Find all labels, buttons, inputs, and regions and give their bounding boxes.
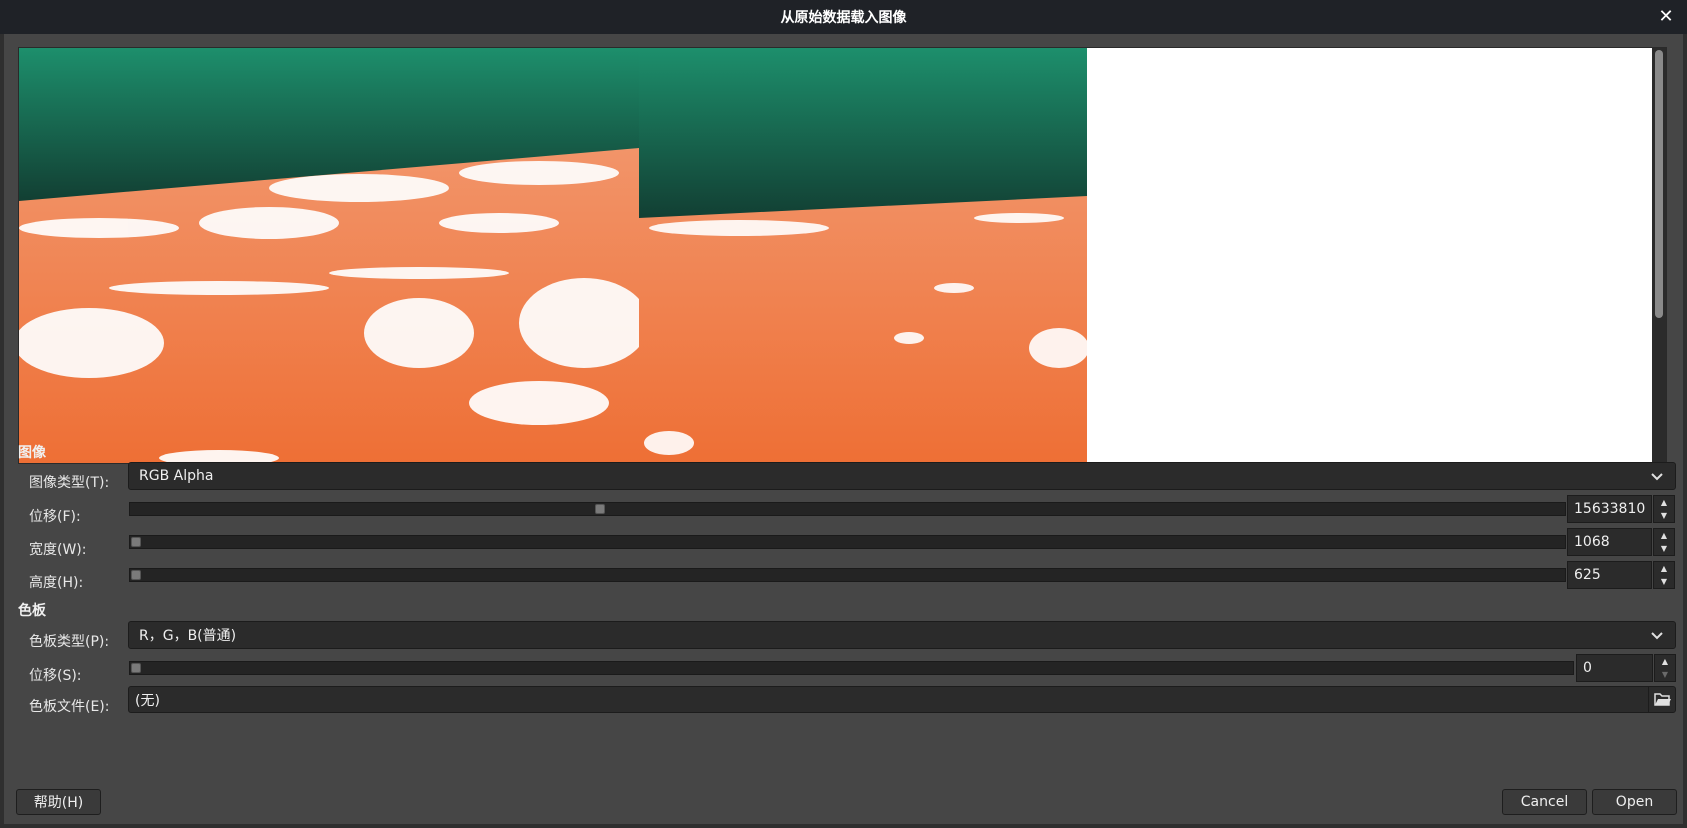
palette-offset-label: 位移(S): bbox=[29, 668, 82, 684]
cancel-button[interactable]: Cancel bbox=[1502, 789, 1587, 815]
decrement-icon[interactable]: ▼ bbox=[1654, 542, 1674, 555]
preview-image bbox=[19, 48, 1089, 463]
increment-icon[interactable]: ▲ bbox=[1654, 529, 1674, 542]
image-height-input[interactable]: 625 bbox=[1567, 561, 1652, 589]
folder-open-icon bbox=[1654, 693, 1671, 706]
palette-offset-slider[interactable] bbox=[129, 661, 1574, 675]
image-width-slider[interactable] bbox=[129, 535, 1566, 549]
image-type-combo[interactable]: RGB Alpha bbox=[128, 462, 1676, 490]
chevron-down-icon bbox=[1651, 632, 1663, 640]
palette-type-combo[interactable]: R，G，B(普通) bbox=[128, 621, 1676, 649]
decrement-icon[interactable]: ▼ bbox=[1654, 509, 1674, 522]
scrollbar-thumb[interactable] bbox=[1655, 50, 1663, 318]
palette-file-value: (无) bbox=[135, 692, 160, 709]
decrement-icon: ▼ bbox=[1661, 670, 1669, 679]
open-button[interactable]: Open bbox=[1592, 789, 1677, 815]
increment-icon[interactable]: ▲ bbox=[1654, 496, 1674, 509]
slider-handle[interactable] bbox=[131, 570, 141, 580]
slider-handle[interactable] bbox=[131, 663, 141, 673]
chevron-down-icon bbox=[1651, 473, 1663, 481]
palette-section-heading: 色板 bbox=[18, 603, 46, 619]
preview-scrollbar[interactable] bbox=[1652, 48, 1666, 463]
palette-file-label: 色板文件(E): bbox=[29, 699, 110, 715]
image-type-label: 图像类型(T): bbox=[29, 475, 110, 491]
help-button[interactable]: 帮助(H) bbox=[16, 789, 101, 815]
image-offset-input[interactable]: 15633810 bbox=[1567, 495, 1652, 523]
palette-offset-input[interactable]: 0 bbox=[1576, 654, 1653, 682]
palette-type-value: R，G，B(普通) bbox=[139, 628, 237, 644]
slider-handle[interactable] bbox=[131, 537, 141, 547]
image-height-label: 高度(H): bbox=[29, 575, 84, 591]
palette-file-chooser[interactable]: (无) bbox=[128, 686, 1676, 713]
raw-image-dialog: 图像 图像类型(T): RGB Alpha 位移(F): 15633810 ▲ … bbox=[4, 34, 1683, 824]
open-folder-button[interactable] bbox=[1648, 687, 1675, 712]
image-width-input[interactable]: 1068 bbox=[1567, 528, 1652, 556]
close-icon[interactable]: ✕ bbox=[1655, 6, 1677, 28]
increment-icon[interactable]: ▲ bbox=[1654, 562, 1674, 575]
image-type-value: RGB Alpha bbox=[139, 468, 214, 484]
image-section-heading: 图像 bbox=[18, 445, 46, 461]
image-preview bbox=[18, 47, 1667, 464]
image-height-slider[interactable] bbox=[129, 568, 1566, 582]
image-offset-label: 位移(F): bbox=[29, 509, 81, 525]
window-title: 从原始数据载入图像 bbox=[780, 10, 907, 26]
image-width-label: 宽度(W): bbox=[29, 542, 87, 558]
decrement-icon[interactable]: ▼ bbox=[1654, 575, 1674, 588]
title-bar: 从原始数据载入图像 ✕ bbox=[0, 0, 1687, 34]
increment-icon[interactable]: ▲ bbox=[1655, 655, 1675, 668]
slider-handle[interactable] bbox=[595, 504, 605, 514]
palette-type-label: 色板类型(P): bbox=[29, 634, 110, 650]
image-offset-slider[interactable] bbox=[129, 502, 1566, 516]
